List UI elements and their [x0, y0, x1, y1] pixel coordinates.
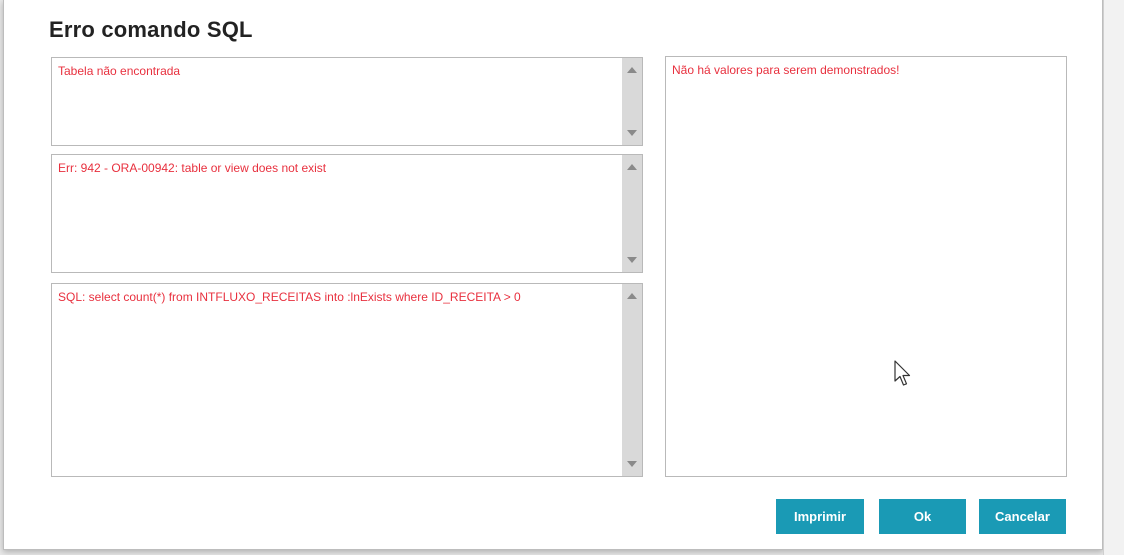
- error-detail-scrollbar[interactable]: [622, 155, 642, 272]
- chevron-up-icon[interactable]: [627, 164, 637, 170]
- values-panel-text: Não há valores para serem demonstrados!: [672, 63, 900, 77]
- error-detail-text: Err: 942 - ORA-00942: table or view does…: [58, 161, 327, 175]
- window-edge: [1103, 0, 1124, 555]
- error-message-textarea[interactable]: Tabela não encontrada: [51, 57, 643, 146]
- error-message-text: Tabela não encontrada: [58, 64, 181, 78]
- chevron-up-icon[interactable]: [627, 67, 637, 73]
- sql-statement-scrollbar[interactable]: [622, 284, 642, 476]
- error-message-scrollbar[interactable]: [622, 58, 642, 145]
- dialog-title: Erro comando SQL: [49, 17, 253, 42]
- chevron-up-icon[interactable]: [627, 293, 637, 299]
- ok-button[interactable]: Ok: [879, 499, 966, 534]
- chevron-down-icon[interactable]: [627, 461, 637, 467]
- print-button[interactable]: Imprimir: [776, 499, 864, 534]
- sql-statement-textarea[interactable]: SQL: select count(*) from INTFLUXO_RECEI…: [51, 283, 643, 477]
- mouse-pointer-icon: [894, 360, 911, 386]
- sql-statement-text: SQL: select count(*) from INTFLUXO_RECEI…: [58, 290, 521, 304]
- sql-error-dialog: Erro comando SQL Tabela não encontrada E…: [3, 0, 1103, 550]
- screen: Erro comando SQL Tabela não encontrada E…: [0, 0, 1124, 555]
- values-panel[interactable]: Não há valores para serem demonstrados!: [665, 56, 1067, 477]
- error-detail-textarea[interactable]: Err: 942 - ORA-00942: table or view does…: [51, 154, 643, 273]
- chevron-down-icon[interactable]: [627, 130, 637, 136]
- chevron-down-icon[interactable]: [627, 257, 637, 263]
- cancel-button[interactable]: Cancelar: [979, 499, 1066, 534]
